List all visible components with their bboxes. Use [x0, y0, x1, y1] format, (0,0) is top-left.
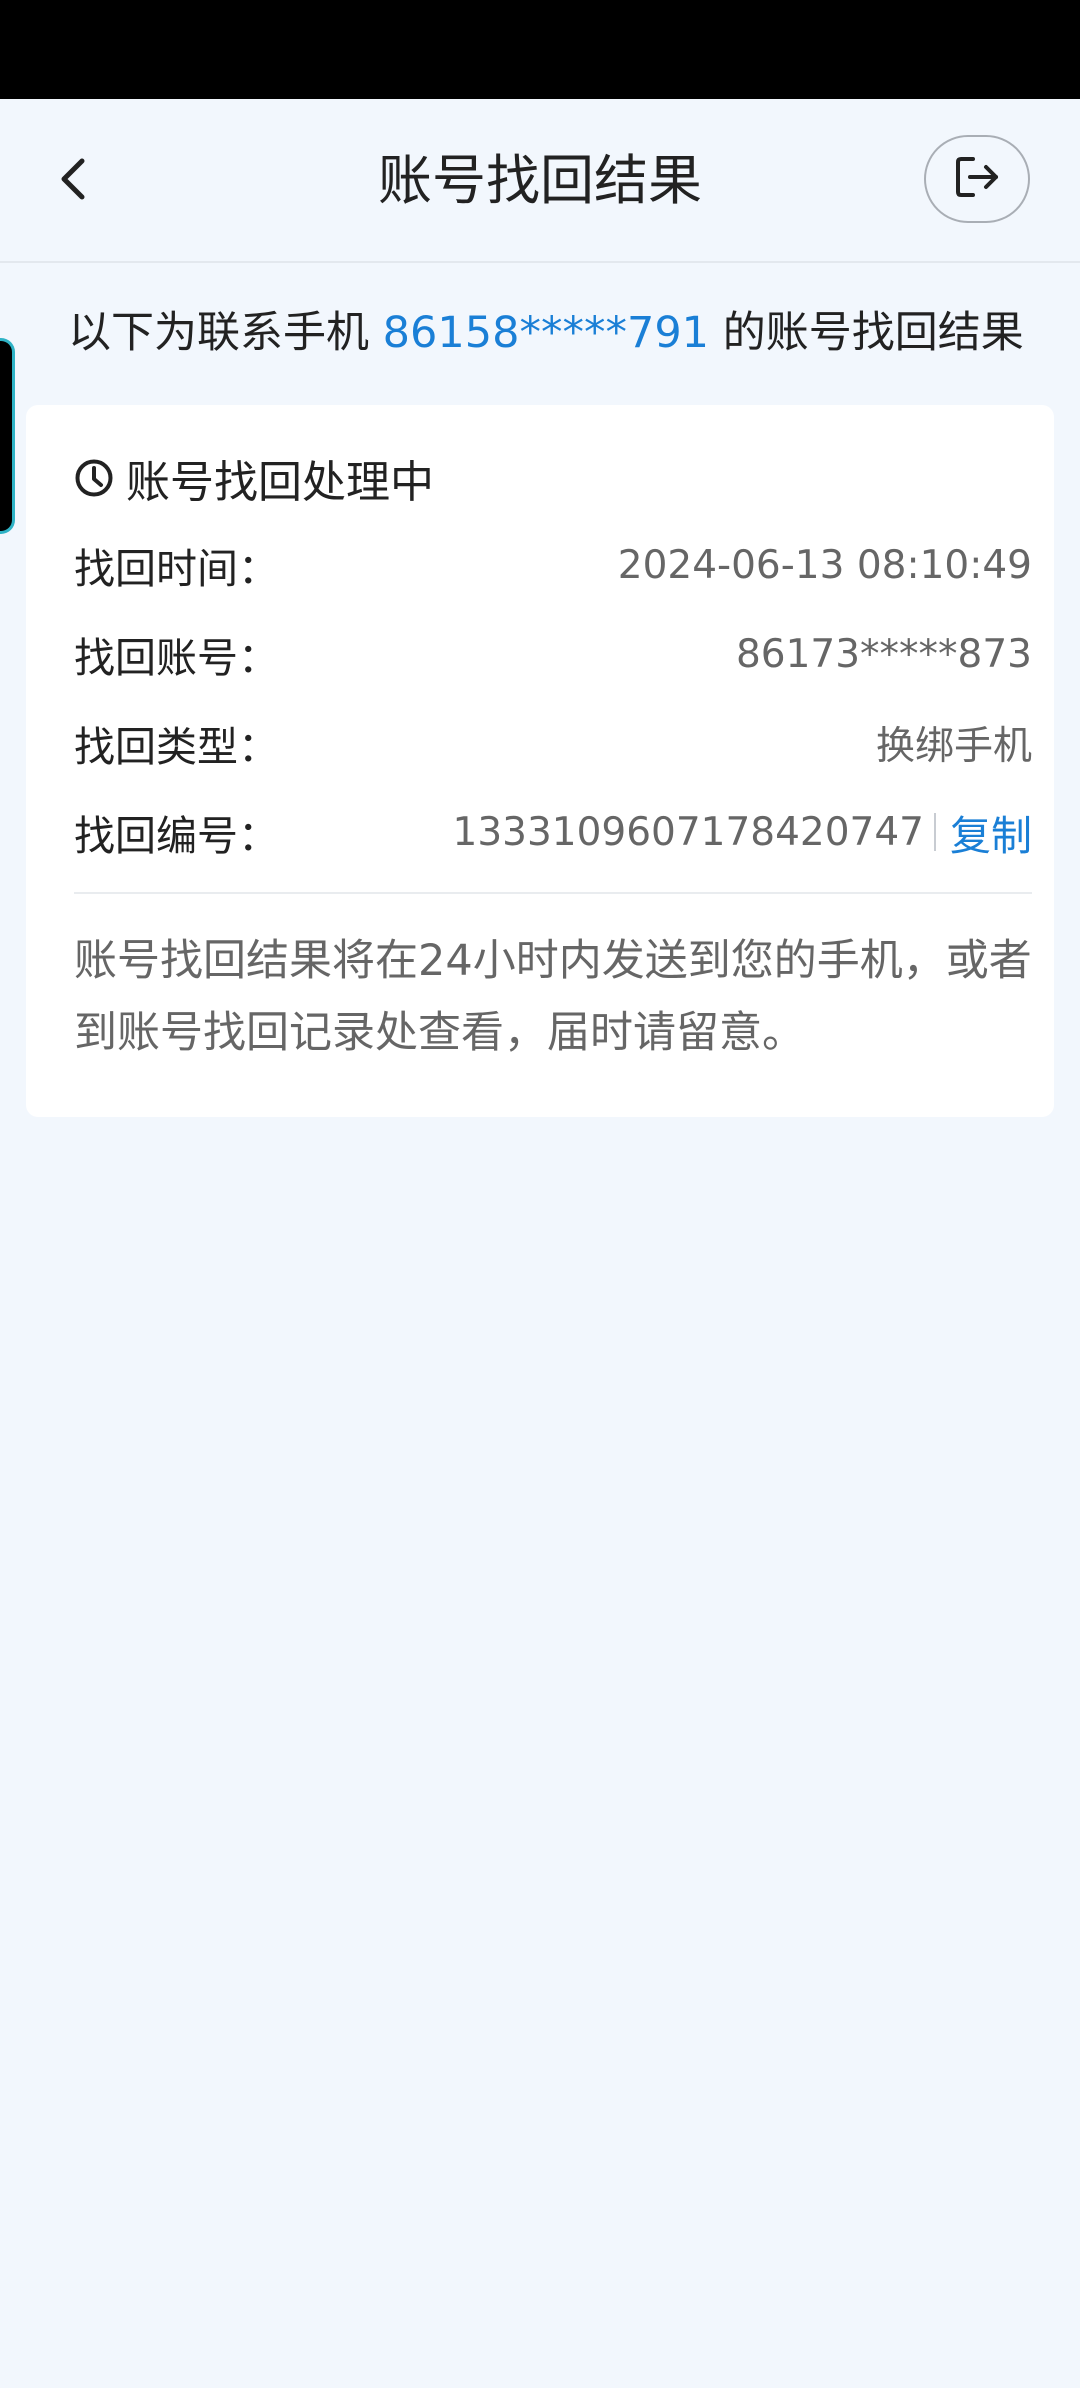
page-title: 账号找回结果	[378, 149, 702, 212]
row-value: 换绑手机	[875, 724, 1032, 769]
header: 账号找回结果	[0, 99, 1080, 263]
copy-button[interactable]: 复制	[950, 802, 1032, 862]
row-value: 2024-06-13 08:10:49	[617, 542, 1032, 588]
status-bar	[0, 0, 1080, 99]
intro-text: 以下为联系手机 86158*****791 的账号找回结果	[68, 296, 1024, 370]
row-recover-account: 找回账号： 86173*****873	[74, 619, 1032, 689]
exit-icon	[951, 151, 1003, 207]
exit-button[interactable]	[924, 135, 1030, 223]
intro-prefix: 以下为联系手机	[68, 308, 383, 358]
row-label: 找回账号：	[74, 634, 279, 682]
divider	[74, 892, 1032, 894]
row-value-group: 1333109607178420747 复制	[453, 802, 1032, 862]
chevron-left-icon	[52, 155, 92, 207]
separator	[934, 813, 936, 851]
status-text: 账号找回处理中	[126, 457, 434, 508]
row-label: 找回编号：	[74, 812, 279, 860]
back-button[interactable]	[40, 141, 104, 221]
row-label: 找回类型：	[74, 723, 279, 771]
contact-phone: 86158*****791	[382, 308, 710, 358]
result-note: 账号找回结果将在24小时内发送到您的手机，或者到账号找回记录处查看，届时请留意。	[74, 936, 1032, 1058]
floating-side-tab[interactable]	[0, 338, 15, 534]
recover-number: 1333109607178420747	[452, 809, 924, 855]
row-recover-type: 找回类型： 换绑手机	[74, 708, 1032, 778]
status-line: 账号找回处理中	[74, 443, 434, 513]
row-recover-number: 找回编号： 1333109607178420747 复制	[74, 797, 1032, 867]
intro-suffix: 的账号找回结果	[709, 308, 1024, 358]
result-card: 账号找回处理中 找回时间： 2024-06-13 08:10:49 找回账号： …	[26, 405, 1054, 1117]
clock-icon	[74, 458, 114, 498]
row-recover-time: 找回时间： 2024-06-13 08:10:49	[74, 530, 1032, 600]
row-label: 找回时间：	[74, 545, 279, 593]
row-value: 86173*****873	[735, 631, 1032, 677]
